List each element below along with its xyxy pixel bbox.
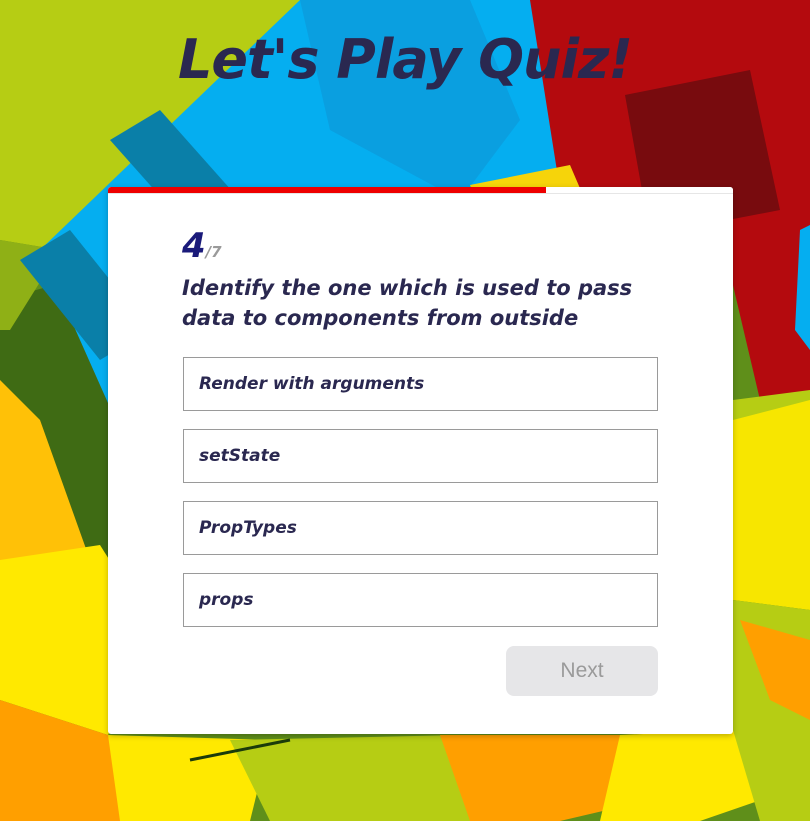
progress-bar-fill bbox=[108, 187, 546, 193]
current-question-number: 4 bbox=[182, 226, 206, 266]
next-button[interactable]: Next bbox=[506, 646, 658, 696]
quiz-card: 4/7 Identify the one which is used to pa… bbox=[108, 187, 733, 734]
question-counter: 4/7 bbox=[182, 229, 222, 263]
answer-options: Render with arguments setState PropTypes… bbox=[183, 357, 658, 645]
answer-option-2[interactable]: setState bbox=[183, 429, 658, 483]
app-title: Let's Play Quiz! bbox=[177, 28, 633, 91]
question-text: Identify the one which is used to pass d… bbox=[182, 276, 633, 330]
answer-option-1[interactable]: Render with arguments bbox=[183, 357, 658, 411]
progress-bar bbox=[108, 187, 733, 194]
answer-option-3[interactable]: PropTypes bbox=[183, 501, 658, 555]
answer-option-4[interactable]: props bbox=[183, 573, 658, 627]
total-questions: /7 bbox=[205, 243, 222, 261]
